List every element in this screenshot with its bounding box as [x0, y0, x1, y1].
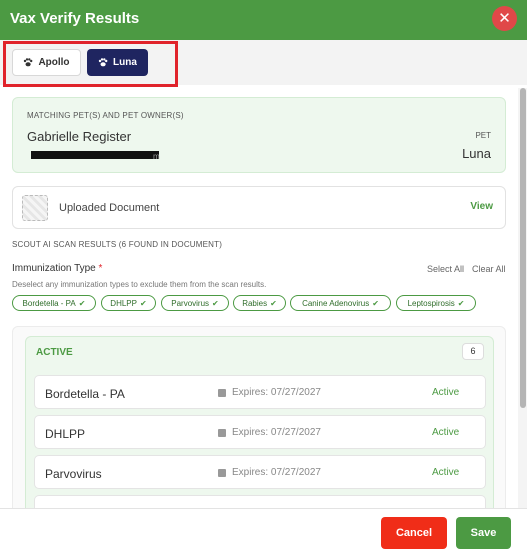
chip-label: Bordetella - PA	[22, 298, 76, 308]
immunization-row-partial[interactable]	[34, 495, 486, 508]
chip-dhlpp[interactable]: DHLPP ✔	[101, 295, 156, 311]
save-button[interactable]: Save	[456, 517, 511, 549]
calendar-icon	[218, 388, 226, 397]
immunization-type-text: Immunization Type	[12, 263, 96, 274]
expiry-date: Expires: 07/27/2027	[232, 387, 321, 398]
chip-leptospirosis[interactable]: Leptospirosis ✔	[396, 295, 476, 311]
owner-name: Gabrielle Register	[27, 129, 132, 144]
status-badge: Active	[432, 427, 460, 438]
chip-canine-adenovirus[interactable]: Canine Adenovirus ✔	[290, 295, 391, 311]
chip-label: Rabies	[242, 298, 268, 308]
immunization-name: DHLPP	[45, 427, 86, 441]
uploaded-document-card: Uploaded Document View	[12, 186, 506, 229]
pet-name: Luna	[462, 146, 491, 161]
immunization-row[interactable]: DHLPP Expires: 07/27/2027 Active	[34, 415, 486, 449]
required-mark: *	[98, 263, 103, 274]
immunization-row[interactable]: Bordetella - PA Expires: 07/27/2027 Acti…	[34, 375, 486, 409]
matching-owner-card: MATCHING PET(S) AND PET OWNER(S) Gabriel…	[12, 97, 506, 173]
chip-label: DHLPP	[110, 298, 137, 308]
status-badge: Active	[432, 467, 460, 478]
immunization-name: Bordetella - PA	[45, 387, 125, 401]
document-thumbnail	[22, 195, 48, 221]
redacted-email	[31, 151, 159, 159]
check-icon: ✔	[270, 298, 277, 308]
match-heading: MATCHING PET(S) AND PET OWNER(S)	[27, 111, 184, 120]
immunization-row[interactable]: Parvovirus Expires: 07/27/2027 Active	[34, 455, 486, 489]
expiry-date: Expires: 07/27/2027	[232, 427, 321, 438]
view-document-link[interactable]: View	[470, 201, 493, 212]
check-icon: ✔	[457, 298, 465, 308]
status-badge: Active	[432, 387, 460, 398]
immunization-name: Parvovirus	[45, 467, 102, 481]
highlight-outline	[3, 41, 178, 87]
calendar-icon	[218, 428, 226, 437]
select-all-link[interactable]: Select All	[427, 264, 464, 274]
active-count-badge: 6	[462, 343, 484, 360]
scrollbar-thumb[interactable]	[520, 88, 526, 408]
check-icon: ✔	[372, 298, 379, 308]
chip-bordetella[interactable]: Bordetella - PA ✔	[12, 295, 96, 311]
cancel-button[interactable]: Cancel	[381, 517, 447, 549]
expiry: Expires: 07/27/2027	[218, 427, 321, 438]
calendar-icon	[218, 468, 226, 477]
expiry-date: Expires: 07/27/2027	[232, 467, 321, 478]
clear-all-link[interactable]: Clear All	[472, 264, 506, 274]
chip-label: Leptospirosis	[407, 298, 455, 308]
scan-results-heading: SCOUT AI SCAN RESULTS (6 FOUND IN DOCUME…	[12, 240, 223, 249]
dialog-title: Vax Verify Results	[10, 10, 140, 27]
expiry: Expires: 07/27/2027	[218, 387, 321, 398]
close-button[interactable]: ✕	[492, 6, 517, 31]
dialog-footer	[0, 508, 527, 552]
check-icon: ✔	[212, 298, 219, 308]
chip-label: Parvovirus	[171, 298, 210, 308]
email-tail: m	[153, 152, 160, 161]
chip-label: Canine Adenovirus	[302, 298, 370, 308]
active-section-title: ACTIVE	[36, 347, 73, 358]
document-label: Uploaded Document	[59, 202, 160, 214]
expiry: Expires: 07/27/2027	[218, 467, 321, 478]
check-icon: ✔	[139, 298, 147, 308]
immunization-help-text: Deselect any immunization types to exclu…	[12, 280, 267, 289]
chip-parvovirus[interactable]: Parvovirus ✔	[161, 295, 229, 311]
pet-heading: PET	[475, 131, 491, 140]
immunization-type-label: Immunization Type *	[12, 263, 102, 274]
check-icon: ✔	[78, 298, 86, 308]
chip-rabies[interactable]: Rabies ✔	[233, 295, 286, 311]
